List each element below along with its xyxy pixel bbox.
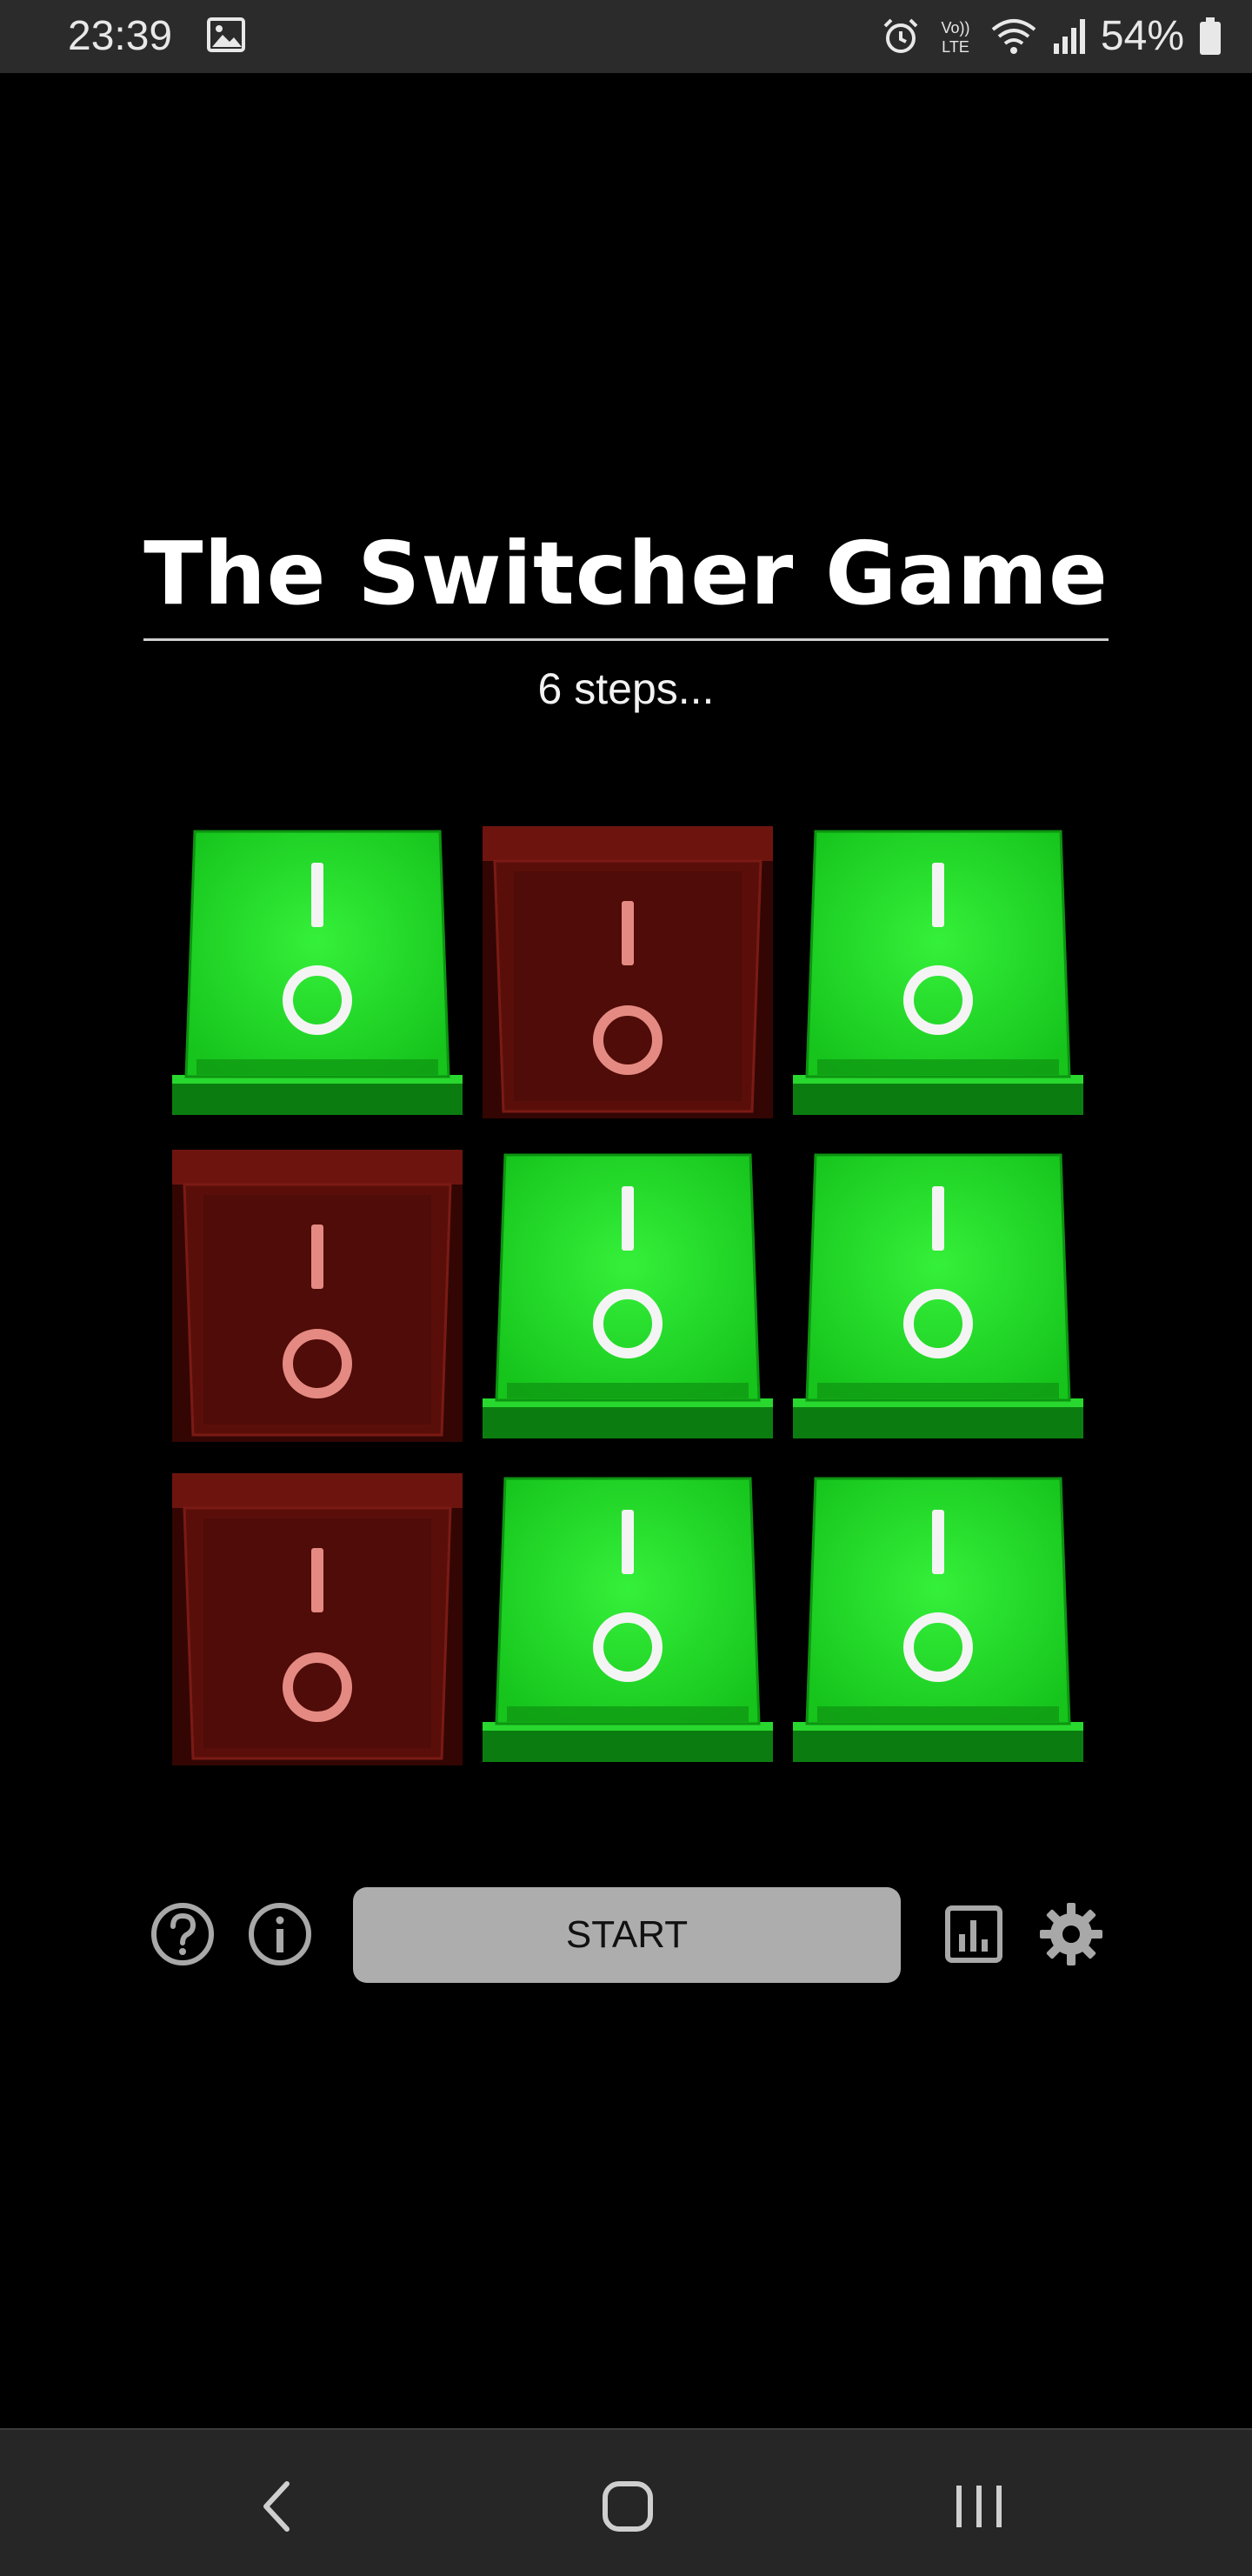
controls-bar: START <box>0 1887 1252 1983</box>
info-icon[interactable] <box>247 1901 313 1967</box>
status-time: 23:39 <box>68 13 173 59</box>
help-icon[interactable] <box>150 1901 216 1967</box>
steps-counter: 6 steps... <box>537 664 715 713</box>
navigation-bar <box>0 2428 1252 2576</box>
recents-icon[interactable] <box>944 2472 1014 2541</box>
volte-top-text: Vo)) <box>941 19 969 37</box>
stats-icon[interactable] <box>941 1901 1007 1967</box>
gallery-icon <box>207 17 245 52</box>
start-button[interactable]: START <box>353 1887 901 1983</box>
wifi-icon <box>989 16 1038 57</box>
signal-icon <box>1052 16 1087 57</box>
home-icon[interactable] <box>593 2472 663 2541</box>
switch-r1-c1-on[interactable] <box>172 826 463 1118</box>
switch-r1-c2-off[interactable] <box>483 826 773 1118</box>
battery-icon <box>1198 16 1222 57</box>
switch-grid <box>172 826 1083 1765</box>
switch-r3-c3-on[interactable] <box>793 1473 1083 1765</box>
game-title: The Switcher Game <box>143 522 1109 641</box>
switch-r2-c2-on[interactable] <box>483 1150 773 1442</box>
settings-icon[interactable] <box>1038 1901 1104 1967</box>
switch-r2-c1-off[interactable] <box>172 1150 463 1442</box>
switch-r3-c2-on[interactable] <box>483 1473 773 1765</box>
status-bar: 23:39 Vo)) LTE 54% <box>0 0 1252 73</box>
title-wrap: The Switcher Game <box>0 522 1252 641</box>
back-icon[interactable] <box>243 2472 313 2541</box>
volte-icon: Vo)) LTE <box>936 16 976 57</box>
volte-bottom-text: LTE <box>942 38 969 56</box>
battery-percentage: 54% <box>1100 13 1184 59</box>
switch-r2-c3-on[interactable] <box>793 1150 1083 1442</box>
switch-r1-c3-on[interactable] <box>793 826 1083 1118</box>
switch-r3-c1-off[interactable] <box>172 1473 463 1765</box>
alarm-icon <box>880 16 922 57</box>
status-icons: Vo)) LTE 54% <box>880 12 1222 61</box>
